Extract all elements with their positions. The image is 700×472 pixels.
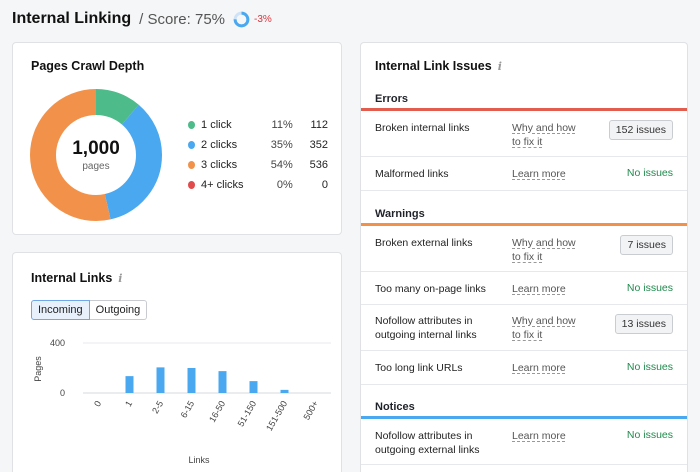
legend-count: 536 — [309, 159, 328, 171]
issue-help-link[interactable]: Why and how to fix it — [512, 314, 584, 342]
crawl-depth-legend: 1 click 11% 112 2 clicks 35% 352 3 click… — [188, 115, 328, 195]
issue-status: No issues — [626, 282, 673, 294]
y-axis-label: Pages — [33, 356, 43, 382]
bar-51-150[interactable] — [249, 381, 258, 393]
score-text: / Score: 75% — [139, 10, 226, 28]
x-axis-label: Links — [188, 455, 210, 465]
issue-help-link[interactable]: Learn more — [512, 429, 584, 443]
issue-name: Nofollow attributes in outgoing internal… — [375, 315, 477, 341]
tab-outgoing[interactable]: Outgoing — [89, 300, 148, 320]
page-header: Internal Linking / Score: 75% -3% — [12, 8, 272, 30]
donut-center: 1,000 pages — [30, 89, 162, 221]
legend-count: 112 — [310, 119, 328, 131]
issue-row: Broken external links Why and how to fix… — [361, 226, 687, 272]
issue-help-link[interactable]: Learn more — [512, 167, 584, 181]
legend-percent: 54% — [270, 159, 293, 171]
bar-151-500[interactable] — [280, 389, 289, 393]
issue-status: No issues — [626, 167, 673, 179]
issue-count-badge[interactable]: 7 issues — [620, 235, 673, 255]
legend-percent: 0% — [276, 179, 293, 191]
link-issues-title: Internal Link Issues i — [375, 59, 502, 73]
issue-row: Too long link URLs Learn more No issues — [361, 351, 687, 385]
link-issues-title-text: Internal Link Issues — [375, 59, 492, 73]
issue-status: No issues — [626, 429, 673, 441]
bar-16-50[interactable] — [218, 371, 227, 393]
issue-help-link[interactable]: Why and how to fix it — [512, 236, 584, 264]
crawl-depth-card: Pages Crawl Depth 1,000 pages 1 click 11… — [12, 42, 342, 235]
bar-2-5[interactable] — [156, 367, 165, 393]
legend-dot — [188, 141, 196, 149]
y-tick-label: 400 — [50, 338, 65, 348]
issue-status: No issues — [626, 361, 673, 373]
links-direction-toggle: Incoming Outgoing — [31, 300, 148, 320]
section-warnings: Warnings — [375, 208, 425, 220]
internal-links-title: Internal Links i — [31, 271, 122, 285]
legend-item[interactable]: 3 clicks 54% 536 — [188, 155, 328, 175]
y-tick-label: 0 — [60, 388, 65, 398]
issue-count-badge[interactable]: 13 issues — [614, 314, 673, 334]
x-tick-label: 6-15 — [179, 399, 197, 420]
issue-name: Broken external links — [375, 237, 473, 249]
x-tick-label: 51-150 — [236, 399, 259, 428]
issue-help-link[interactable]: Learn more — [512, 282, 584, 296]
score-delta: -3% — [254, 13, 272, 25]
page-title: Internal Linking — [12, 10, 132, 27]
legend-item[interactable]: 2 clicks 35% 352 — [188, 135, 328, 155]
issue-name: Too long link URLs — [375, 362, 463, 374]
internal-links-title-text: Internal Links — [31, 271, 113, 285]
link-issues-card: Internal Link Issues i Errors Broken inte… — [360, 42, 688, 472]
info-icon[interactable]: i — [118, 272, 122, 285]
legend-percent: 35% — [270, 139, 293, 151]
legend-percent: 11% — [271, 119, 293, 131]
issue-name: Broken internal links — [375, 122, 470, 134]
legend-item[interactable]: 1 click 11% 112 — [188, 115, 328, 135]
legend-dot — [188, 181, 196, 189]
issue-help-link[interactable]: Why and how to fix it — [512, 121, 584, 149]
legend-label: 2 clicks — [201, 139, 238, 151]
issue-row: Nofollow attributes in outgoing external… — [361, 419, 687, 465]
x-tick-label: 151-500 — [264, 399, 289, 433]
legend-count: 352 — [309, 139, 328, 151]
legend-item[interactable]: 4+ clicks 0% 0 — [188, 175, 328, 195]
issue-count-badge[interactable]: 152 issues — [608, 120, 673, 140]
issue-help-link[interactable]: Learn more — [512, 361, 584, 375]
bar-1[interactable] — [125, 376, 134, 393]
legend-dot — [188, 161, 196, 169]
info-icon[interactable]: i — [498, 60, 502, 73]
crawl-depth-title: Pages Crawl Depth — [31, 59, 145, 73]
x-tick-label: 0 — [92, 399, 103, 408]
legend-count: 0 — [321, 179, 328, 191]
issue-name: Nofollow attributes in outgoing external… — [375, 430, 480, 456]
internal-links-chart: 400 0 Pages 0 1 2-5 6-15 16-50 51-150 151-500 500+… — [33, 338, 331, 465]
total-pages-label: pages — [82, 161, 110, 172]
issue-row: Too many on-page links Learn more No iss… — [361, 272, 687, 305]
section-notices: Notices — [375, 401, 415, 413]
legend-label: 4+ clicks — [201, 179, 244, 191]
x-tick-label: 2-5 — [150, 399, 165, 415]
issue-name: Malformed links — [375, 168, 449, 180]
legend-label: 3 clicks — [201, 159, 238, 171]
x-tick-label: 16-50 — [207, 399, 227, 424]
issue-row: Nofollow attributes in outgoing internal… — [361, 305, 687, 351]
internal-links-card: Internal Links i Incoming Outgoing 400 0 Pa… — [12, 252, 342, 472]
section-errors: Errors — [375, 93, 409, 105]
issue-row: Broken internal links Why and how to fix… — [361, 111, 687, 157]
issue-name: Too many on-page links — [375, 283, 486, 295]
total-pages: 1,000 — [72, 138, 120, 159]
x-tick-label: 500+ — [301, 399, 320, 422]
issue-row: Malformed links Learn more No issues — [361, 157, 687, 191]
bar-6-15[interactable] — [187, 368, 196, 393]
legend-dot — [188, 121, 196, 129]
tab-incoming[interactable]: Incoming — [31, 300, 90, 320]
score-ring-icon — [233, 11, 250, 27]
legend-label: 1 click — [201, 119, 232, 131]
x-tick-label: 1 — [123, 399, 134, 408]
